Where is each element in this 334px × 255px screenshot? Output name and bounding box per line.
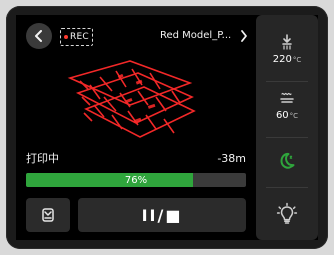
chevron-right-icon[interactable] — [239, 28, 249, 44]
nozzle-temp-number: 220 — [272, 54, 292, 65]
pause-stop-button[interactable]: II/■ — [78, 198, 246, 232]
print-status-row: 打印中 -38m — [26, 150, 246, 166]
print-bed-button[interactable] — [26, 198, 70, 232]
main-panel: REC Red Model_P... 打印中 -38m 76% II/■ — [16, 15, 251, 240]
sidebar-divider — [266, 187, 308, 188]
progress-label: 76% — [124, 174, 148, 186]
bed-temp-unit: °C — [289, 112, 299, 120]
sidebar-divider — [266, 137, 308, 138]
rec-label: REC — [70, 32, 89, 42]
printer-screen: REC Red Model_P... 打印中 -38m 76% II/■ 220… — [6, 6, 328, 249]
nozzle-temp-value: 220°C — [273, 54, 301, 65]
moon-icon — [280, 152, 295, 169]
pause-stop-label: II/■ — [141, 205, 183, 225]
chevron-left-icon — [35, 30, 42, 42]
bed-temp-number: 60 — [275, 110, 289, 121]
mode-button[interactable] — [256, 149, 318, 173]
bed-temp[interactable]: 60°C — [256, 89, 318, 121]
print-progress-bar: 76% — [26, 173, 246, 187]
sidebar: 220°C 60°C — [256, 15, 318, 240]
print-bed-icon — [42, 208, 54, 222]
file-name[interactable]: Red Model_P... — [160, 28, 240, 44]
lightbulb-icon — [276, 202, 298, 224]
time-remaining: -38m — [217, 151, 246, 165]
rec-indicator[interactable]: REC — [60, 28, 93, 46]
nozzle-icon — [282, 34, 292, 50]
nozzle-temp-unit: °C — [292, 56, 302, 64]
model-thumbnail — [67, 60, 196, 138]
sidebar-divider — [266, 81, 308, 82]
bed-temp-value: 60°C — [276, 110, 298, 121]
back-button[interactable] — [26, 23, 52, 49]
heated-bed-icon — [280, 92, 294, 103]
nozzle-temp[interactable]: 220°C — [256, 33, 318, 65]
screen: REC Red Model_P... 打印中 -38m 76% II/■ 220… — [16, 15, 318, 240]
print-status: 打印中 — [26, 152, 59, 165]
light-button[interactable] — [256, 201, 318, 227]
rec-dot — [64, 35, 68, 39]
